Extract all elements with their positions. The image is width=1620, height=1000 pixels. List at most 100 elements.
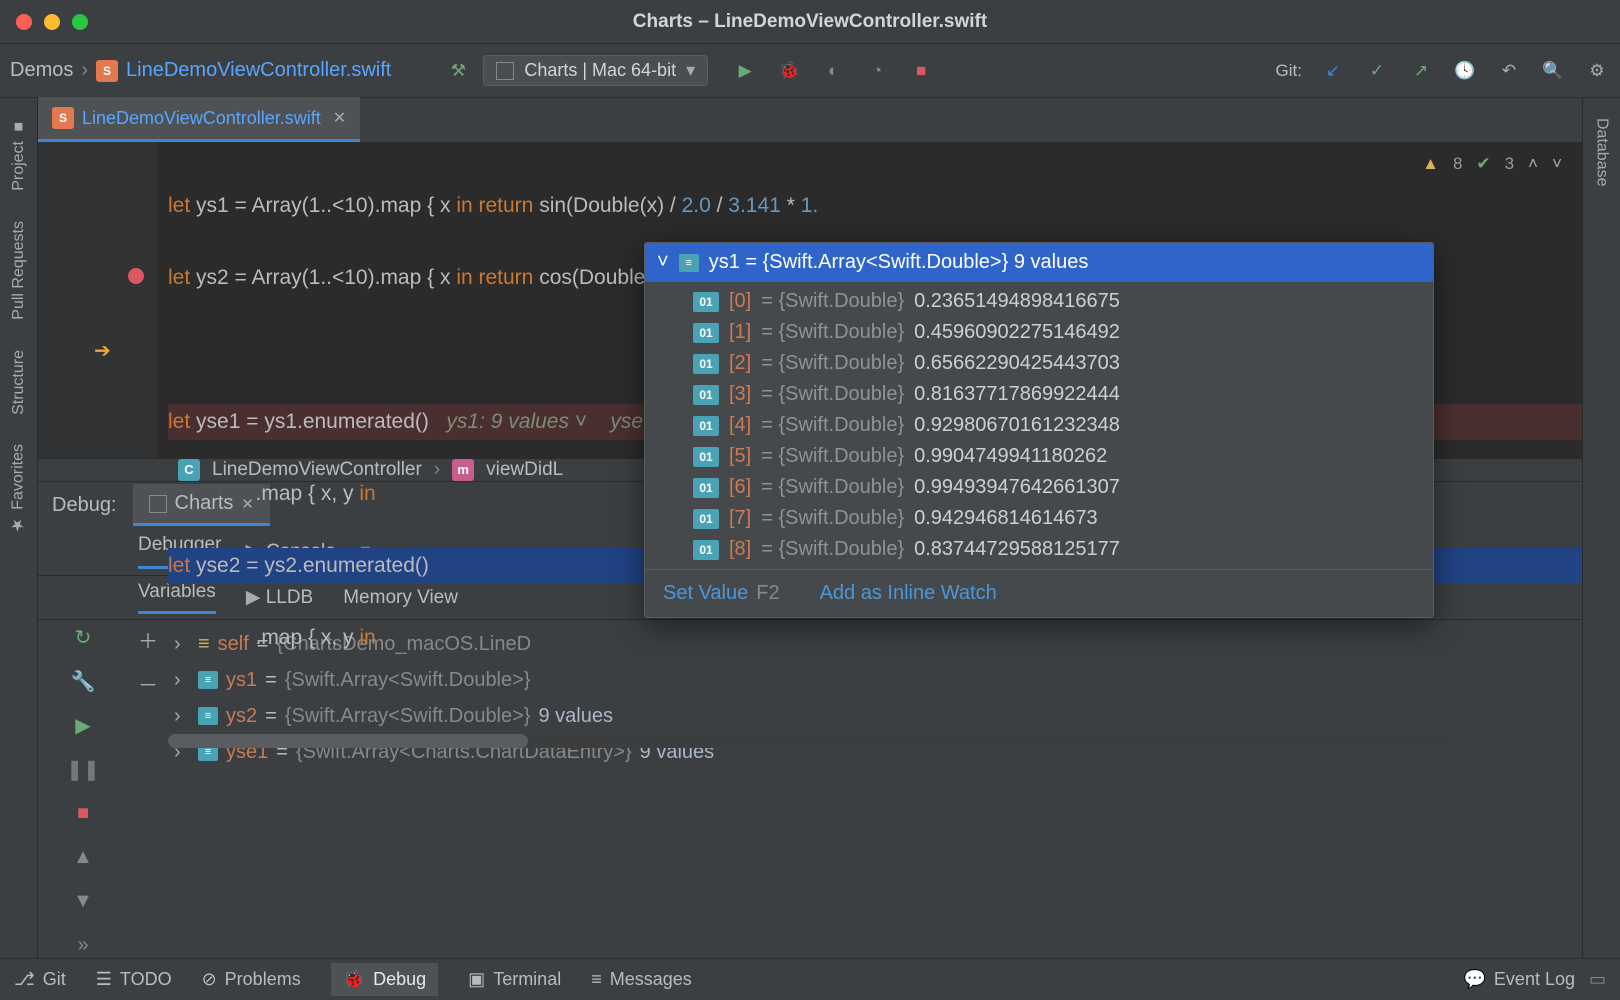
right-tool-strip: Database — [1582, 98, 1620, 958]
run-config-selector[interactable]: Charts | Mac 64-bit ▾ — [483, 55, 708, 86]
pause-icon[interactable]: ❚❚ — [70, 756, 96, 782]
editor-inspection-badges[interactable]: ▲ 8 ✔ 3 ˄ ˅ — [1422, 154, 1562, 174]
status-bar: ⎇Git ☰TODO ⊘Problems 🐞Debug ▣Terminal ≡M… — [0, 958, 1620, 1000]
zoom-window-icon[interactable] — [72, 14, 88, 30]
breadcrumb-root[interactable]: Demos — [10, 59, 73, 82]
bug-icon: 🐞 — [343, 969, 365, 990]
undo-icon[interactable]: ↶ — [1496, 58, 1522, 84]
warning-icon: ⊘ — [202, 969, 217, 990]
nav-breadcrumb[interactable]: Demos › LineDemoViewController.swift — [10, 59, 391, 82]
double-badge-icon: 01 — [693, 385, 719, 405]
ok-count: 3 — [1505, 154, 1514, 174]
git-label: Git: — [1276, 61, 1302, 81]
close-window-icon[interactable] — [16, 14, 32, 30]
chat-icon: 💬 — [1464, 969, 1486, 990]
messages-icon: ≡ — [591, 969, 602, 990]
rerun-icon[interactable]: ↻ — [70, 624, 96, 650]
popup-array-item[interactable]: 01 [4] = {Swift.Double} 0.92980670161232… — [645, 410, 1433, 441]
titlebar: Charts – LineDemoViewController.swift — [0, 0, 1620, 44]
history-icon[interactable]: 🕓 — [1452, 58, 1478, 84]
double-badge-icon: 01 — [693, 509, 719, 529]
profile-icon[interactable]: ◔ — [864, 58, 890, 84]
double-badge-icon: 01 — [693, 323, 719, 343]
tool-database[interactable]: Database — [1593, 118, 1611, 187]
sb-messages[interactable]: ≡Messages — [591, 969, 692, 990]
popup-array-item[interactable]: 01 [8] = {Swift.Double} 0.83744729588125… — [645, 534, 1433, 565]
sb-todo[interactable]: ☰TODO — [96, 969, 172, 990]
remove-watch-icon[interactable]: － — [135, 670, 161, 696]
editor-tab-label: LineDemoViewController.swift — [82, 108, 321, 129]
minimize-window-icon[interactable] — [44, 14, 60, 30]
breadcrumb-file[interactable]: LineDemoViewController.swift — [126, 59, 391, 82]
stop-icon[interactable]: ■ — [908, 58, 934, 84]
up-icon[interactable]: ˄ — [1528, 154, 1538, 174]
double-badge-icon: 01 — [693, 447, 719, 467]
window-title: Charts – LineDemoViewController.swift — [633, 11, 987, 33]
git-commit-icon[interactable]: ✓ — [1364, 58, 1390, 84]
stop-icon[interactable]: ■ — [70, 800, 96, 826]
down-icon[interactable]: ▼ — [70, 888, 96, 914]
swift-file-icon — [96, 60, 118, 82]
sb-corner-icon[interactable]: ▭ — [1589, 969, 1606, 990]
editor-gutter[interactable] — [38, 142, 158, 458]
warning-count: 8 — [1453, 154, 1462, 174]
coverage-icon[interactable]: ◐ — [820, 58, 846, 84]
chevron-right-icon: › — [81, 59, 88, 82]
git-update-icon[interactable]: ↙ — [1320, 58, 1346, 84]
tool-structure[interactable]: Structure — [10, 350, 28, 415]
main-toolbar: Demos › LineDemoViewController.swift Cha… — [0, 44, 1620, 98]
tool-favorites[interactable]: ★ Favorites — [9, 444, 28, 535]
resume-icon[interactable]: ▶ — [70, 712, 96, 738]
double-badge-icon: 01 — [693, 478, 719, 498]
up-icon[interactable]: ▲ — [70, 844, 96, 870]
warning-icon: ▲ — [1422, 154, 1439, 174]
inline-value-popup: ˅ ≡ ys1 = {Swift.Array<Swift.Double>} 9 … — [644, 242, 1434, 618]
debug-icon[interactable]: 🐞 — [776, 58, 802, 84]
sb-git[interactable]: ⎇Git — [14, 969, 66, 990]
popup-array-item[interactable]: 01 [0] = {Swift.Double} 0.23651494898416… — [645, 286, 1433, 317]
git-push-icon[interactable]: ↗ — [1408, 58, 1434, 84]
sb-terminal[interactable]: ▣Terminal — [468, 969, 561, 990]
more-icon[interactable]: » — [70, 932, 96, 958]
branch-icon: ⎇ — [14, 969, 35, 990]
search-icon[interactable]: 🔍 — [1540, 58, 1566, 84]
set-value-action[interactable]: Set ValueF2 — [663, 582, 780, 605]
close-tab-icon[interactable]: ✕ — [333, 108, 346, 128]
add-inline-watch-action[interactable]: Add as Inline Watch — [820, 582, 997, 605]
debug-controls: ↻ 🔧 ▶ ❚❚ ■ ▲ ▼ » — [38, 620, 128, 958]
sb-event-log[interactable]: 💬Event Log — [1464, 969, 1575, 990]
editor-tabs: LineDemoViewController.swift ✕ — [38, 98, 1582, 142]
popup-array-item[interactable]: 01 [1] = {Swift.Double} 0.45960902275146… — [645, 317, 1433, 348]
sb-debug[interactable]: 🐞Debug — [331, 963, 438, 996]
add-watch-icon[interactable]: ＋ — [135, 626, 161, 652]
settings-icon[interactable]: 🔧 — [70, 668, 96, 694]
debug-label: Debug: — [52, 494, 117, 517]
config-icon — [496, 62, 514, 80]
horizontal-scrollbar[interactable] — [168, 734, 1452, 748]
terminal-icon: ▣ — [468, 969, 485, 990]
popup-array-item[interactable]: 01 [6] = {Swift.Double} 0.99493947642661… — [645, 472, 1433, 503]
ok-icon: ✔ — [1476, 154, 1490, 174]
run-icon[interactable]: ▶ — [732, 58, 758, 84]
editor-tab-active[interactable]: LineDemoViewController.swift ✕ — [38, 97, 360, 142]
inline-hint-ys1[interactable]: ys1: 9 values — [446, 410, 569, 433]
list-icon: ☰ — [96, 969, 112, 990]
sb-problems[interactable]: ⊘Problems — [202, 969, 301, 990]
popup-array-item[interactable]: 01 [3] = {Swift.Double} 0.81637717869922… — [645, 379, 1433, 410]
left-tool-strip: Project ■ Pull Requests Structure ★ Favo… — [0, 98, 38, 958]
popup-array-item[interactable]: 01 [2] = {Swift.Double} 0.65662290425443… — [645, 348, 1433, 379]
settings-icon[interactable]: ⚙ — [1584, 58, 1610, 84]
run-config-label: Charts | Mac 64-bit — [524, 60, 676, 81]
chevron-down-icon[interactable]: ˅ — [657, 251, 669, 274]
popup-header[interactable]: ˅ ≡ ys1 = {Swift.Array<Swift.Double>} 9 … — [645, 243, 1433, 282]
tool-pull-requests[interactable]: Pull Requests — [10, 221, 28, 320]
down-icon[interactable]: ˅ — [1552, 154, 1562, 174]
popup-array-item[interactable]: 01 [5] = {Swift.Double} 0.99047499411802… — [645, 441, 1433, 472]
breakpoint-icon[interactable] — [128, 268, 144, 284]
dropdown-icon: ▾ — [686, 60, 695, 81]
tool-project[interactable]: Project ■ — [10, 118, 28, 191]
build-icon[interactable] — [445, 58, 471, 84]
popup-array-item[interactable]: 01 [7] = {Swift.Double} 0.94294681461467… — [645, 503, 1433, 534]
config-icon — [149, 495, 167, 513]
swift-file-icon — [52, 107, 74, 129]
